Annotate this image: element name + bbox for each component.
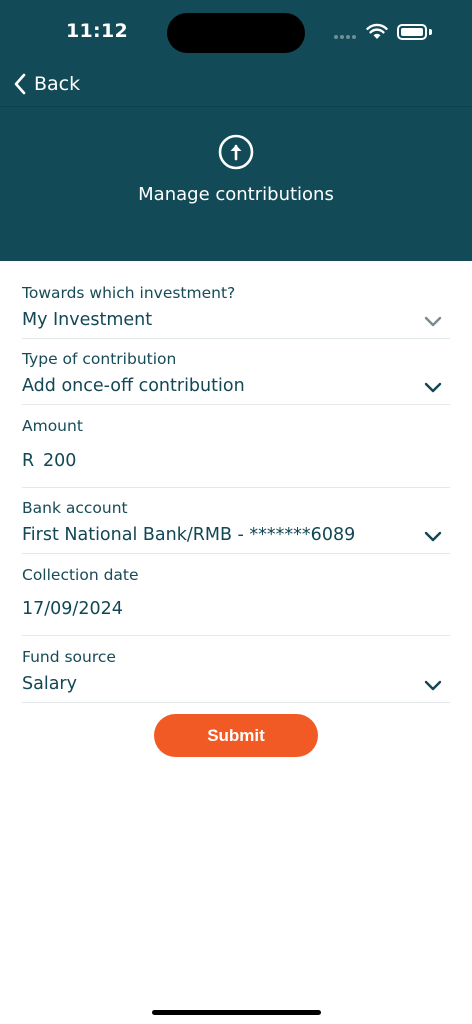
fund-source-value: Salary	[22, 674, 77, 694]
dynamic-island	[167, 13, 305, 53]
contribution-type-select[interactable]: Type of contribution Add once-off contri…	[22, 339, 450, 405]
home-indicator	[152, 1010, 321, 1015]
bank-account-value: First National Bank/RMB - *******6089	[22, 525, 356, 545]
page-title: Manage contributions	[138, 184, 334, 205]
amount-value: 200	[43, 451, 77, 471]
amount-currency: R	[22, 451, 35, 471]
back-button[interactable]: Back	[14, 70, 80, 98]
chevron-down-icon	[424, 316, 442, 327]
back-label: Back	[34, 73, 81, 95]
chevron-down-icon	[424, 531, 442, 542]
amount-field[interactable]: Amount R 200	[22, 405, 450, 488]
fund-source-label: Fund source	[22, 648, 116, 666]
bank-account-label: Bank account	[22, 499, 128, 517]
submit-button[interactable]: Submit	[154, 714, 318, 757]
battery-icon	[397, 24, 427, 40]
collection-date-value: 17/09/2024	[22, 599, 123, 619]
collection-date-label: Collection date	[22, 566, 139, 584]
bank-account-select[interactable]: Bank account First National Bank/RMB - *…	[22, 488, 450, 554]
cellular-signal-icon	[334, 35, 356, 39]
collection-date-field[interactable]: Collection date 17/09/2024	[22, 554, 450, 636]
fund-source-select[interactable]: Fund source Salary	[22, 636, 450, 703]
contribution-type-value: Add once-off contribution	[22, 376, 245, 396]
wifi-icon	[366, 23, 388, 39]
investment-select[interactable]: Towards which investment? My Investment	[22, 281, 450, 339]
investment-value: My Investment	[22, 310, 153, 330]
status-time: 11:12	[66, 20, 128, 42]
header: 11:12 Back Manage contributions	[0, 0, 472, 261]
chevron-down-icon	[424, 680, 442, 691]
chevron-left-icon	[14, 73, 26, 95]
contribution-type-label: Type of contribution	[22, 350, 177, 368]
arrow-up-circle-icon	[218, 134, 254, 170]
investment-label: Towards which investment?	[22, 284, 236, 302]
header-divider	[0, 106, 472, 107]
amount-label: Amount	[22, 417, 83, 435]
chevron-down-icon	[424, 382, 442, 393]
